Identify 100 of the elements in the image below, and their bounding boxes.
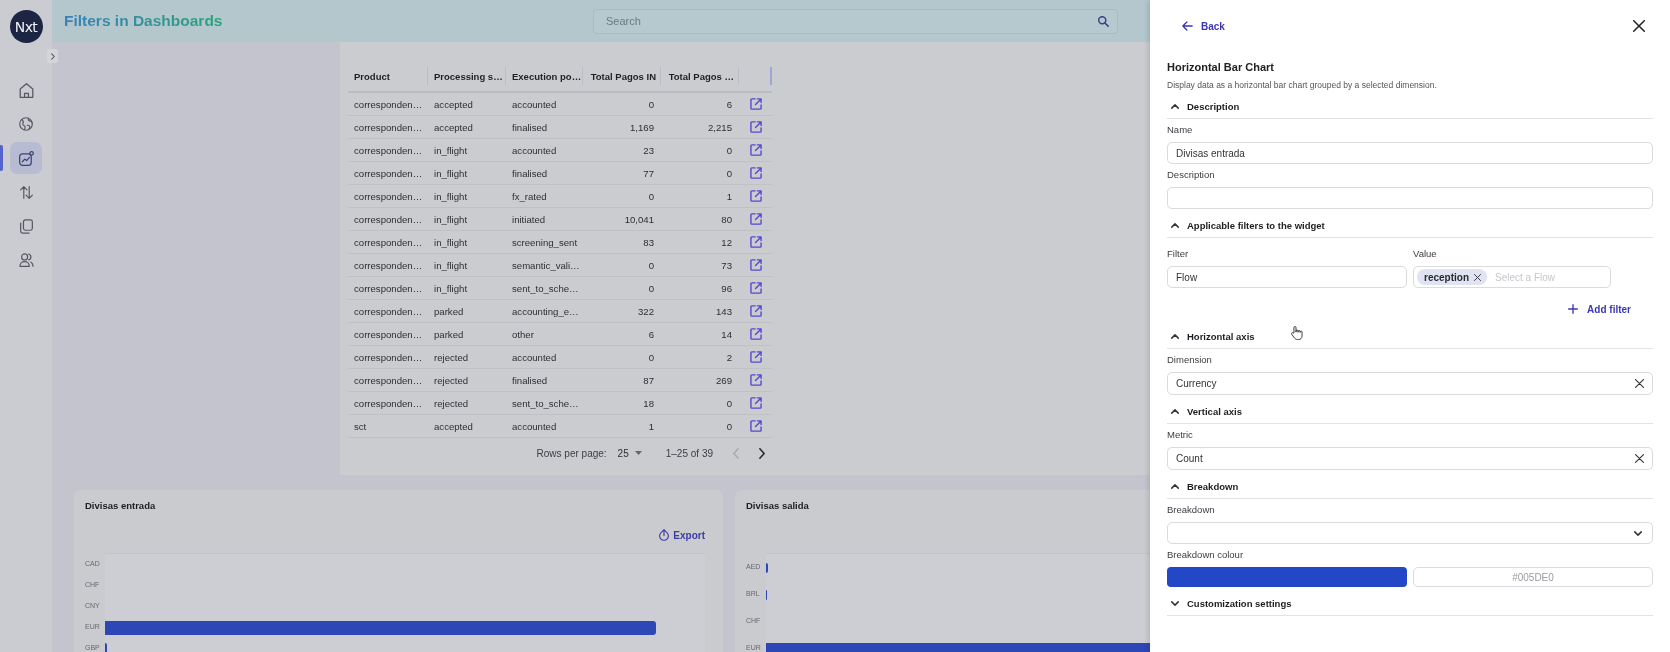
- chevron-up-icon: [1171, 484, 1179, 489]
- table-cell: corresponden…: [348, 116, 428, 139]
- export-button[interactable]: Export: [657, 529, 705, 541]
- chevron-right-icon: [50, 52, 55, 60]
- table-cell: 14: [661, 323, 739, 346]
- filter-chip[interactable]: reception: [1417, 269, 1487, 285]
- hand-cursor-icon: [1291, 326, 1303, 340]
- table-cell: 10,041: [583, 208, 661, 231]
- open-link-icon[interactable]: [749, 282, 762, 294]
- table-cell: in_flight: [428, 139, 506, 162]
- arrow-left-icon: [1182, 21, 1193, 31]
- table-cell: 0: [583, 346, 661, 369]
- table-cell: 6: [583, 323, 661, 346]
- filter-select[interactable]: Flow: [1167, 266, 1407, 288]
- table-cell: 1: [661, 185, 739, 208]
- caret-down-icon: [634, 451, 642, 455]
- open-link-icon[interactable]: [749, 121, 762, 133]
- field-label: Filter: [1167, 247, 1190, 261]
- table-cell: 0: [661, 162, 739, 185]
- open-link-icon[interactable]: [749, 98, 762, 110]
- table-cell: finalised: [506, 116, 583, 139]
- table-cell: 1,169: [583, 116, 661, 139]
- section-header[interactable]: Breakdown: [1167, 475, 1653, 499]
- select-field[interactable]: Count: [1167, 447, 1653, 470]
- back-button[interactable]: Back: [1180, 20, 1227, 32]
- open-link-icon[interactable]: [749, 397, 762, 409]
- rows-per-page-select[interactable]: 25: [615, 447, 644, 459]
- field-label: Value: [1413, 247, 1438, 261]
- expand-sidebar-button[interactable]: [47, 49, 58, 63]
- table-cell: accounting_e…: [506, 300, 583, 323]
- chevron-down-icon: [1171, 601, 1179, 606]
- table-cell: corresponden…: [348, 93, 428, 116]
- section-header[interactable]: Applicable filters to the widget: [1167, 214, 1653, 238]
- table-cell: in_flight: [428, 162, 506, 185]
- table-cell: corresponden…: [348, 208, 428, 231]
- table-cell: corresponden…: [348, 300, 428, 323]
- open-link-icon[interactable]: [749, 144, 762, 156]
- open-link-icon[interactable]: [749, 213, 762, 225]
- table-cell: 23: [583, 139, 661, 162]
- table-cell: 322: [583, 300, 661, 323]
- chevron-up-icon: [1171, 223, 1179, 228]
- table-cell: corresponden…: [348, 231, 428, 254]
- search-icon[interactable]: [1098, 15, 1109, 27]
- table-cell: 0: [661, 139, 739, 162]
- colour-swatch[interactable]: [1167, 567, 1407, 587]
- documents-icon: [19, 218, 33, 234]
- table-cell: in_flight: [428, 231, 506, 254]
- add-filter-button[interactable]: Add filter: [1566, 303, 1633, 315]
- line-chart-icon: [18, 150, 34, 166]
- open-link-icon[interactable]: [749, 167, 762, 179]
- open-link-icon[interactable]: [749, 305, 762, 317]
- table-cell: corresponden…: [348, 162, 428, 185]
- close-icon[interactable]: [1633, 20, 1645, 32]
- chevron-down-icon: [1634, 530, 1642, 536]
- table-cell: 73: [661, 254, 739, 277]
- hex-input[interactable]: #005DE0: [1413, 567, 1653, 587]
- open-link-icon[interactable]: [749, 190, 762, 202]
- field-label: Description: [1167, 168, 1216, 182]
- text-input[interactable]: [1167, 187, 1653, 209]
- chevron-up-icon: [1171, 334, 1179, 339]
- rows-per-page-label: Rows per page:: [536, 447, 607, 459]
- upload-icon: [659, 529, 670, 541]
- table-cell: other: [506, 323, 583, 346]
- text-input[interactable]: Divisas entrada: [1167, 142, 1653, 164]
- table-cell: 87: [583, 369, 661, 392]
- table-cell: rejected: [428, 369, 506, 392]
- table-cell: rejected: [428, 392, 506, 415]
- open-link-icon[interactable]: [749, 351, 762, 363]
- clear-icon[interactable]: [1635, 379, 1644, 388]
- table-cell: accepted: [428, 415, 506, 438]
- table-cell: 77: [583, 162, 661, 185]
- table-cell: 1: [583, 415, 661, 438]
- table-cell: rejected: [428, 346, 506, 369]
- table-cell: 12: [661, 231, 739, 254]
- select-field[interactable]: Currency: [1167, 372, 1653, 395]
- remove-icon[interactable]: [1474, 273, 1481, 281]
- table-cell: 2,215: [661, 116, 739, 139]
- open-link-icon[interactable]: [749, 420, 762, 432]
- open-link-icon[interactable]: [749, 374, 762, 386]
- table-cell: in_flight: [428, 208, 506, 231]
- select-field[interactable]: [1167, 522, 1653, 544]
- table-cell: initiated: [506, 208, 583, 231]
- table-cell: parked: [428, 323, 506, 346]
- search-field[interactable]: Search: [593, 8, 1118, 34]
- table-cell: corresponden…: [348, 139, 428, 162]
- table-cell: 143: [661, 300, 739, 323]
- home-icon: [18, 82, 34, 98]
- chevron-right-icon[interactable]: [759, 447, 765, 459]
- logo[interactable]: Nxt: [9, 10, 43, 43]
- section-header[interactable]: Description: [1167, 95, 1653, 119]
- table-cell: 80: [661, 208, 739, 231]
- open-link-icon[interactable]: [749, 236, 762, 248]
- sidebar-nav-button[interactable]: [10, 142, 42, 174]
- plus-icon: [1568, 304, 1579, 314]
- open-link-icon[interactable]: [749, 328, 762, 340]
- table-cell: fx_rated: [506, 185, 583, 208]
- clear-icon[interactable]: [1635, 454, 1644, 463]
- section-header[interactable]: Vertical axis: [1167, 400, 1653, 424]
- section-header[interactable]: Customization settings: [1167, 592, 1653, 616]
- open-link-icon[interactable]: [749, 259, 762, 271]
